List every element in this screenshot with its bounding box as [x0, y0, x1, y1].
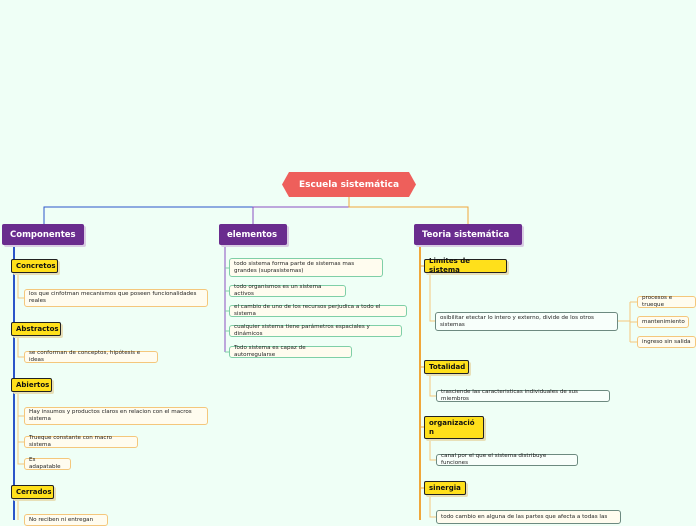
- subtopic-abiertos[interactable]: Abiertos: [11, 378, 52, 392]
- leaf-concretos-1[interactable]: los que cinfotman mecanismos que poseen …: [24, 289, 208, 307]
- root-topic[interactable]: Escuela sistemática: [282, 172, 416, 197]
- leaf-elementos-5[interactable]: Todo sistema es capaz de autorregularse: [229, 345, 352, 358]
- leaf-elementos-1[interactable]: todo sistema forma parte de sistemas mas…: [229, 258, 383, 277]
- topic-elementos[interactable]: elementos: [219, 224, 287, 245]
- leaf-organizacion-1[interactable]: canal por el que el sistema distribuye f…: [436, 453, 578, 466]
- leaf-elementos-2[interactable]: todo organismos es un sistema activos: [229, 284, 346, 297]
- connector-root-elementos: [252, 197, 350, 224]
- subtopic-abstractos[interactable]: Abstractos: [11, 322, 61, 336]
- leaf-elementos-3[interactable]: el cambio de uno de los recursos perjudi…: [229, 304, 407, 317]
- topic-componentes[interactable]: Componentes: [2, 224, 84, 245]
- subtopic-sinergia[interactable]: sinergia: [424, 481, 466, 495]
- leaf-limites-1[interactable]: osibilitar etectar lo intero y externo, …: [435, 312, 618, 331]
- leaf-totalidad-1[interactable]: trasciende las caracteristicas individua…: [436, 389, 610, 402]
- leaf-sinergia-1[interactable]: todo cambio en alguna de las partes que …: [436, 510, 621, 524]
- leaf-cerrados-1[interactable]: No reciben ni entregan: [24, 514, 108, 526]
- subtopic-limites-de-sistema[interactable]: Limites de sistema: [424, 257, 507, 274]
- leaf-abstractos-1[interactable]: se conforman de conceptos, hipótesis e i…: [24, 350, 158, 363]
- subtopic-totalidad[interactable]: Totalidad: [424, 360, 469, 374]
- leaf-abiertos-3[interactable]: Es adapatable: [24, 457, 71, 470]
- leaf-limites-procesos[interactable]: procesos e trueque: [637, 295, 696, 308]
- leaf-elementos-4[interactable]: cualquier sistema tiene parámetros espac…: [229, 324, 402, 337]
- connector-root-teoria: [348, 197, 469, 224]
- subtopic-concretos[interactable]: Concretos: [11, 259, 58, 273]
- leaf-abiertos-2[interactable]: Trueque constante con macro sistema: [24, 435, 138, 448]
- leaf-abiertos-1[interactable]: Hay insumos y productos claros en relaci…: [24, 407, 208, 425]
- leaf-limites-mantenimiento[interactable]: mantenimiento: [637, 316, 689, 328]
- connector-root-componentes: [43, 197, 350, 224]
- subtopic-organizacion[interactable]: organizació n: [424, 416, 484, 439]
- leaf-limites-ingreso[interactable]: ingreso sin salida: [637, 336, 696, 348]
- subtopic-cerrados[interactable]: Cerrados: [11, 485, 54, 499]
- topic-teoria-sistematica[interactable]: Teoria sistemática: [414, 224, 522, 245]
